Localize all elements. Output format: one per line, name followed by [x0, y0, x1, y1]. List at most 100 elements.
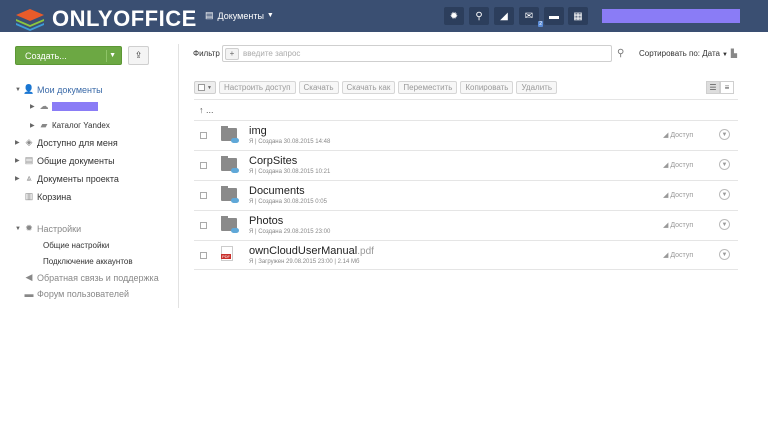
user-profile-redacted[interactable]	[602, 9, 740, 23]
chevron-down-icon: ▼	[266, 12, 274, 19]
up-folder-link[interactable]: ↑ ...	[199, 105, 214, 115]
module-menu[interactable]: ▤ Документы ▼	[205, 10, 274, 21]
sidebar-item-label: Мои документы	[37, 84, 103, 95]
sidebar-item-feedback[interactable]: ◀ Обратная связь и поддержка	[23, 272, 159, 283]
file-extension: .pdf	[357, 246, 374, 257]
pdf-file-icon: PDF	[221, 246, 233, 261]
sidebar-item-trash[interactable]: ▥ Корзина	[15, 191, 72, 202]
sidebar-item-cloud-account[interactable]: ▶ ☁	[30, 101, 98, 112]
sidebar-item-shared-with-me[interactable]: ▶ ◈ Доступно для меня	[15, 137, 118, 148]
row-checkbox[interactable]	[200, 192, 207, 199]
sidebar-item-settings[interactable]: ▼ ✹ Настройки	[15, 223, 81, 234]
up-folder-label: ...	[206, 105, 214, 115]
user-icon: 👤	[23, 84, 35, 94]
row-checkbox[interactable]	[200, 162, 207, 169]
gear-icon[interactable]: ✹	[444, 7, 464, 25]
download-button[interactable]: Скачать	[298, 81, 339, 94]
mail-badge: 2	[538, 21, 543, 27]
file-name[interactable]: Documents	[249, 185, 305, 197]
access-icon: ◢	[663, 192, 669, 199]
row-menu-chevron-icon[interactable]: ▼	[719, 219, 730, 230]
file-meta: Я | Создана 30.08.2015 0:05	[249, 199, 327, 205]
share-icon: ◈	[25, 137, 33, 147]
create-button[interactable]: Создать... ▼	[15, 46, 122, 65]
file-row[interactable]: Documents Я | Создана 30.08.2015 0:05 ◢ …	[194, 180, 738, 210]
access-link[interactable]: ◢ Доступ	[663, 251, 693, 259]
calendar-icon[interactable]: ▦	[568, 7, 588, 25]
sort-label: Сортировать по: Дата	[639, 49, 720, 58]
sort-direction-icon[interactable]: ▙	[731, 49, 737, 58]
up-arrow-icon: ↑	[199, 105, 204, 115]
sidebar-item-yandex[interactable]: ▶ ▰ Каталог Yandex	[30, 120, 110, 131]
sidebar-item-connect-accounts[interactable]: Подключение аккаунтов	[43, 257, 133, 266]
row-menu-chevron-icon[interactable]: ▼	[719, 249, 730, 260]
filter-search-input[interactable]	[243, 49, 583, 58]
row-checkbox[interactable]	[200, 132, 207, 139]
move-button[interactable]: Переместить	[398, 81, 458, 94]
megaphone-icon: ◀	[25, 272, 33, 282]
onlyoffice-logo[interactable]: ONLYOFFICE	[14, 6, 197, 32]
cloud-folder-icon	[221, 186, 239, 203]
sidebar-item-common-documents[interactable]: ▶ ▤ Общие документы	[15, 155, 115, 166]
expand-arrow-icon: ▼	[15, 225, 21, 232]
project-icon: ⩓	[26, 173, 32, 183]
delete-button[interactable]: Удалить	[516, 81, 558, 94]
file-name[interactable]: CorpSites	[249, 155, 297, 167]
expand-arrow-icon: ▶	[15, 140, 20, 146]
access-link[interactable]: ◢ Доступ	[663, 221, 693, 229]
add-filter-button[interactable]: +	[225, 47, 239, 60]
file-meta: Я | Создана 29.08.2015 23:00	[249, 229, 331, 235]
file-name[interactable]: Photos	[249, 215, 283, 227]
sidebar-item-forum[interactable]: ▬ Форум пользователей	[23, 289, 130, 299]
access-label: Доступ	[670, 222, 694, 229]
view-toggle: ☰ ≡	[706, 81, 734, 94]
copy-button[interactable]: Копировать	[460, 81, 514, 94]
access-icon: ◢	[663, 162, 669, 169]
file-row[interactable]: Photos Я | Создана 29.08.2015 23:00 ◢ До…	[194, 210, 738, 240]
upload-button[interactable]: ⇪	[128, 46, 149, 65]
sidebar-item-my-documents[interactable]: ▼ 👤 Мои документы	[15, 84, 103, 95]
access-icon: ◢	[663, 252, 669, 259]
expand-arrow-icon: ▶	[15, 176, 20, 182]
access-link[interactable]: ◢ Доступ	[663, 191, 693, 199]
sidebar-item-label: Общие документы	[37, 155, 115, 166]
list-view-icon[interactable]: ☰	[706, 81, 720, 94]
sort-dropdown[interactable]: Сортировать по: Дата ▼ ▙	[639, 49, 737, 58]
share-settings-button[interactable]: Настроить доступ	[219, 81, 296, 94]
mail-icon[interactable]: ✉ 2	[519, 7, 543, 27]
file-name-text: ownCloudUserManual	[249, 245, 358, 257]
feed-icon[interactable]: ◢	[494, 7, 514, 25]
row-menu-chevron-icon[interactable]: ▼	[719, 189, 730, 200]
access-icon: ◢	[663, 132, 669, 139]
access-link[interactable]: ◢ Доступ	[663, 161, 693, 169]
search-icon[interactable]: ⚲	[469, 7, 489, 25]
file-toolbar: ▼ Настроить доступ Скачать Скачать как П…	[194, 81, 560, 94]
file-row[interactable]: img Я | Создана 30.08.2015 14:48 ◢ Досту…	[194, 120, 738, 150]
sidebar-item-project-documents[interactable]: ▶ ⩓ Документы проекта	[15, 173, 119, 184]
cloud-icon: ☁	[39, 101, 49, 111]
select-all-checkbox[interactable]: ▼	[194, 81, 216, 94]
chat-bubble-icon: ▬	[24, 289, 34, 299]
trash-icon: ▥	[24, 191, 34, 201]
row-checkbox[interactable]	[200, 252, 207, 259]
sidebar-item-label: Общие настройки	[43, 241, 110, 250]
row-menu-chevron-icon[interactable]: ▼	[719, 159, 730, 170]
file-name[interactable]: img	[249, 125, 267, 137]
compact-view-icon[interactable]: ≡	[720, 81, 734, 94]
file-name[interactable]: ownCloudUserManual.pdf	[249, 245, 374, 257]
file-name-text: Documents	[249, 185, 305, 197]
logo-text: ONLYOFFICE	[52, 6, 197, 31]
chevron-down-icon: ▼	[109, 52, 116, 59]
row-checkbox[interactable]	[200, 222, 207, 229]
file-row[interactable]: CorpSites Я | Создана 30.08.2015 10:21 ◢…	[194, 150, 738, 180]
file-name-text: CorpSites	[249, 155, 298, 167]
file-row[interactable]: PDF ownCloudUserManual.pdf Я | Загружен …	[194, 240, 738, 270]
chat-icon[interactable]: ▬	[544, 7, 564, 25]
row-menu-chevron-icon[interactable]: ▼	[719, 129, 730, 140]
sidebar-item-general-settings[interactable]: Общие настройки	[43, 241, 109, 250]
file-name-text: img	[249, 125, 267, 137]
download-as-button[interactable]: Скачать как	[341, 81, 396, 94]
search-icon[interactable]: ⚲	[617, 48, 624, 59]
access-link[interactable]: ◢ Доступ	[663, 131, 693, 139]
access-label: Доступ	[670, 252, 694, 259]
